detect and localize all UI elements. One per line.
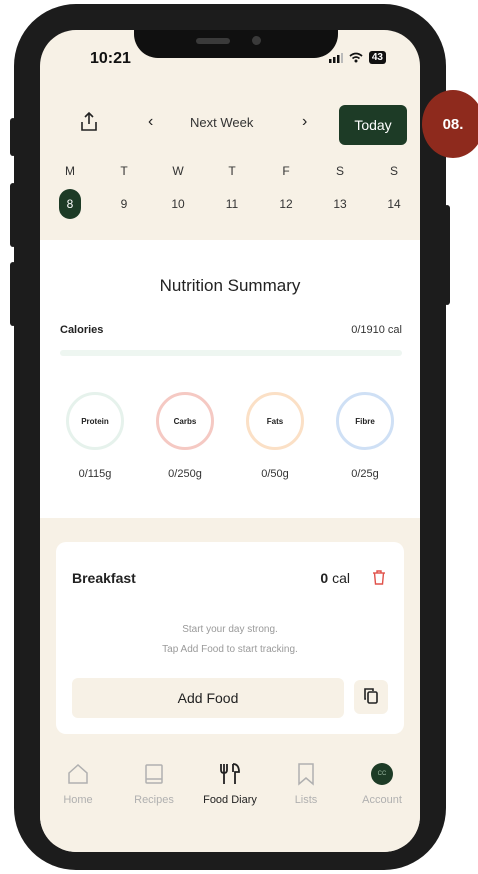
- week-label: Next Week: [190, 115, 254, 130]
- tab-recipes[interactable]: Recipes: [124, 760, 184, 806]
- summary-title: Nutrition Summary: [159, 276, 301, 295]
- empty-state-line-2: Tap Add Food to start tracking.: [162, 644, 298, 655]
- meal-calories: 0 cal: [320, 570, 350, 586]
- notch: [134, 30, 338, 58]
- tab-home[interactable]: Home: [48, 760, 108, 806]
- nutrition-summary: Nutrition Summary Calories 0/1910 cal Pr…: [40, 240, 420, 518]
- weekday-header: M T W T F S S: [40, 164, 420, 182]
- fats-value: 0/50g: [261, 468, 289, 480]
- tab-account[interactable]: CC Account: [352, 760, 412, 806]
- carbs-ring: Carbs: [156, 392, 214, 450]
- tab-lists[interactable]: Lists: [276, 760, 336, 806]
- weekday-label: T: [228, 164, 236, 178]
- status-icons: 43: [328, 51, 386, 64]
- signal-icon: [328, 52, 343, 63]
- bookmark-icon: [298, 763, 314, 786]
- date-day-selected[interactable]: 8: [59, 189, 81, 219]
- carbs-label: Carbs: [173, 416, 197, 426]
- empty-state-line-1: Start your day strong.: [182, 624, 278, 635]
- tab-label: Account: [362, 794, 402, 806]
- tab-label: Lists: [294, 794, 318, 806]
- weekday-label: W: [172, 164, 184, 178]
- meal-calories-unit: cal: [332, 570, 350, 586]
- chevron-right-icon[interactable]: ›: [302, 113, 307, 131]
- breakfast-card: Breakfast 0 cal Start your day strong. T…: [56, 542, 404, 734]
- tab-label: Recipes: [134, 794, 174, 806]
- date-day[interactable]: 11: [218, 190, 246, 218]
- weekday-label: F: [282, 164, 290, 178]
- fibre-value: 0/25g: [351, 468, 379, 480]
- calories-label: Calories: [60, 324, 104, 336]
- weekday-label: S: [389, 164, 398, 178]
- today-button[interactable]: Today: [339, 105, 407, 145]
- date-day[interactable]: 10: [164, 190, 192, 218]
- power-button: [444, 205, 450, 305]
- calories-value: 0/1910 cal: [351, 324, 402, 336]
- fibre-label: Fibre: [355, 416, 375, 426]
- wifi-icon: [349, 52, 363, 63]
- meal-title: Breakfast: [72, 570, 136, 586]
- copy-meal-button[interactable]: [354, 680, 388, 714]
- fibre-ring: Fibre: [336, 392, 394, 450]
- bottom-tab-bar: Home Recipes Food Diary Lists CC Account: [40, 746, 420, 852]
- status-time: 10:21: [90, 50, 131, 67]
- chevron-left-icon[interactable]: ‹: [148, 113, 153, 131]
- calories-progress-bar: [60, 350, 402, 356]
- protein-ring: Protein: [66, 392, 124, 450]
- share-icon[interactable]: [78, 111, 100, 133]
- fats-ring: Fats: [246, 392, 304, 450]
- fork-knife-icon: [220, 763, 240, 784]
- protein-label: Protein: [81, 416, 109, 426]
- add-food-button[interactable]: Add Food: [72, 678, 344, 718]
- fats-label: Fats: [266, 416, 284, 426]
- battery-icon: 43: [368, 51, 386, 64]
- weekday-label: T: [120, 164, 128, 178]
- copy-icon: [364, 687, 378, 704]
- tab-label: Home: [63, 794, 93, 806]
- step-badge: 08.: [422, 90, 478, 158]
- avatar: CC: [371, 763, 393, 785]
- book-icon: [145, 764, 163, 784]
- volume-down-button: [10, 262, 16, 326]
- date-day[interactable]: 12: [272, 190, 300, 218]
- trash-icon[interactable]: [372, 569, 386, 585]
- weekday-label: S: [335, 164, 344, 178]
- weekday-label: M: [65, 164, 75, 178]
- date-day[interactable]: 13: [326, 190, 354, 218]
- mute-switch: [10, 118, 16, 156]
- date-strip: 8 9 10 11 12 13 14: [40, 189, 420, 219]
- tab-food-diary[interactable]: Food Diary: [200, 760, 260, 806]
- week-navigation: ‹ Next Week › Today: [40, 105, 420, 145]
- date-day[interactable]: 14: [380, 190, 408, 218]
- tab-label: Food Diary: [203, 794, 257, 806]
- protein-value: 0/115g: [78, 468, 112, 480]
- app-screen: 10:21 43 ‹ Next Week › Today M T W T F S…: [40, 30, 420, 852]
- date-day[interactable]: 9: [110, 190, 138, 218]
- meal-calories-number: 0: [320, 570, 329, 586]
- home-icon: [68, 763, 88, 784]
- carbs-value: 0/250g: [168, 468, 202, 480]
- volume-up-button: [10, 183, 16, 247]
